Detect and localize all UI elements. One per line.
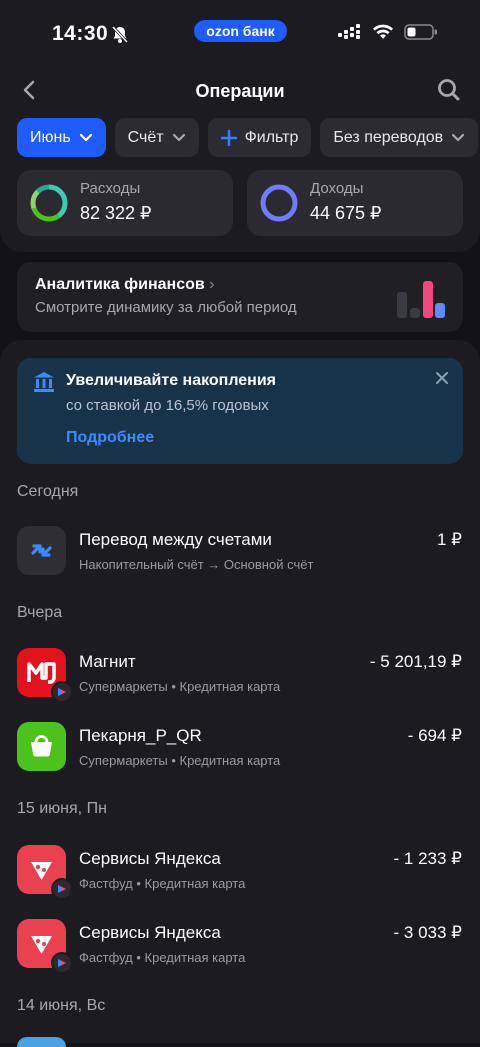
transfer-arrows-icon [17,526,66,575]
income-card[interactable]: Доходы 44 675 ₽ [247,170,463,236]
cellular-signal-icon [338,24,362,45]
operation-category: Супермаркеты • Кредитная карта [79,753,281,768]
expenses-card[interactable]: Расходы 82 322 ₽ [17,170,233,236]
filter-add-label: Фильтр [244,128,299,146]
filter-add[interactable]: Фильтр [207,118,312,157]
operation-name: Сервисы Яндекса [79,849,221,868]
operation-amount: 1 ₽ [437,530,462,549]
expenses-value: 82 322 ₽ [80,203,152,223]
operation-category: Накопительный счёт → Основной счёт [79,557,314,572]
income-value: 44 675 ₽ [310,203,382,223]
filter-transfers-label: Без переводов [333,128,444,146]
bar-chart-icon [397,278,447,323]
operation-amount: - 3 033 ₽ [393,923,462,942]
filter-transfers[interactable]: Без переводов [320,118,479,157]
expenses-donut-icon [29,183,69,228]
page-title: Операции [195,81,285,101]
chevron-right-icon: › [209,276,215,293]
operation-name: Пекарня_P_QR [79,726,202,745]
chevron-down-icon [172,133,185,141]
operation-category: Фастфуд • Кредитная карта [79,876,246,891]
search-button[interactable] [436,77,462,103]
operation-name: Перевод между счетами [79,530,272,549]
filter-month-label: Июнь [30,128,71,146]
operation-row[interactable]: Сервисы Яндекса Фастфуд • Кредитная карт… [0,919,480,979]
status-time: 14:30 [52,22,109,45]
filter-month[interactable]: Июнь [17,118,106,157]
promo-more-link[interactable]: Подробнее [66,429,154,447]
bank-building-icon [33,371,55,398]
operation-row[interactable]: Сервисы Яндекса Фастфуд • Кредитная карт… [0,845,480,905]
chevron-down-icon [79,133,92,141]
status-bar: 14:30 ozon банк [0,0,480,70]
operation-icon-partial [17,1037,66,1047]
filter-account[interactable]: Счёт [114,118,199,157]
close-icon[interactable] [435,371,449,390]
operation-amount: - 1 233 ₽ [393,849,462,868]
promo-subtitle: со ставкой до 16,5% годовых [66,397,269,414]
income-donut-icon [259,183,299,228]
card-badge-icon [51,878,73,900]
card-badge-icon [51,952,73,974]
operation-category: Супермаркеты • Кредитная карта [79,679,281,694]
operation-row[interactable]: Перевод между счетами Накопительный счёт… [0,526,480,586]
wifi-icon [372,24,394,45]
header: Операции [0,70,480,110]
bell-muted-icon [111,25,129,49]
operation-name: Сервисы Яндекса [79,923,221,942]
battery-icon [404,24,438,45]
search-icon [438,79,460,101]
chevron-down-icon [452,133,465,141]
promo-banner[interactable]: Увеличивайте накопления со ставкой до 16… [17,358,463,464]
section-yesterday: Вчера [17,604,63,621]
filter-account-label: Счёт [127,128,164,146]
card-badge-icon [51,681,73,703]
expenses-label: Расходы [80,180,141,197]
operation-amount: - 5 201,19 ₽ [369,652,462,671]
system-icons [338,24,438,45]
operation-name: Магнит [79,652,136,671]
section-today: Сегодня [17,483,79,500]
income-label: Доходы [310,180,364,197]
plus-icon [220,129,237,146]
operation-amount: - 694 ₽ [407,726,462,745]
promo-title: Увеличивайте накопления [66,372,277,389]
analytics-subtitle: Смотрите динамику за любой период [35,299,297,316]
operation-row[interactable]: Пекарня_P_QR Супермаркеты • Кредитная ка… [0,722,480,782]
filter-chips: Июнь Счёт Фильтр Без переводов [17,118,479,157]
operation-row[interactable]: Магнит Супермаркеты • Кредитная карта - … [0,648,480,708]
section-jun15: 15 июня, Пн [17,800,107,817]
operation-category: Фастфуд • Кредитная карта [79,950,246,965]
section-jun14: 14 июня, Вс [17,997,106,1014]
analytics-title: Аналитика финансов › [35,276,215,293]
shopping-bag-icon [17,722,66,771]
ozon-bank-pill[interactable]: ozon банк [194,20,287,42]
analytics-card[interactable]: Аналитика финансов › Смотрите динамику з… [17,262,463,332]
